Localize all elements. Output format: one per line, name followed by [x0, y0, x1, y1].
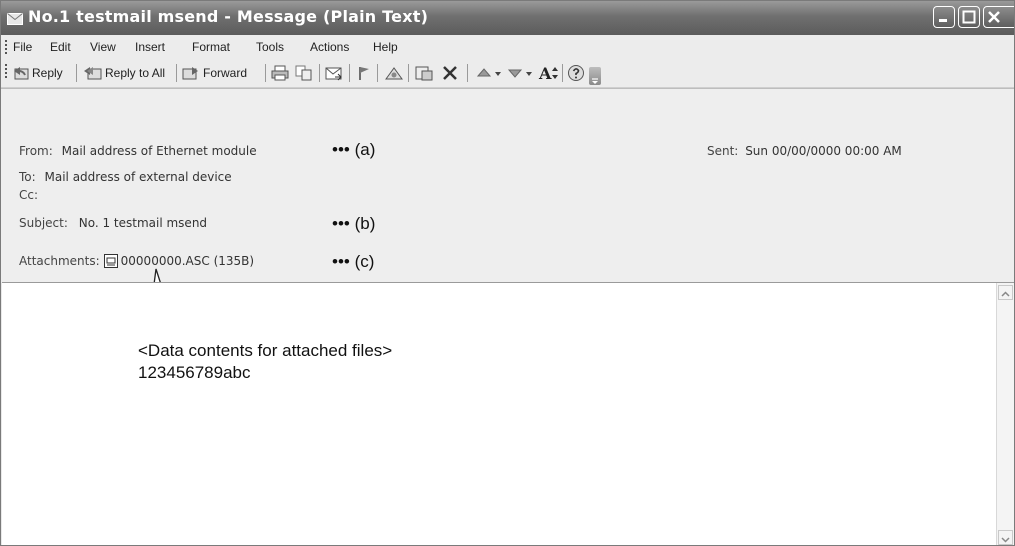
- scroll-up-button[interactable]: [998, 285, 1013, 300]
- message-window: No.1 testmail msend - Message (Plain Tex…: [0, 0, 1015, 546]
- scroll-down-button[interactable]: [998, 530, 1013, 545]
- message-body[interactable]: [2, 282, 1014, 545]
- vertical-scrollbar[interactable]: [996, 283, 1014, 545]
- chevron-down-icon: [1001, 537, 1010, 543]
- callout-data: 123456789abc: [138, 363, 251, 382]
- callout-title: <Data contents for attached files>: [138, 341, 393, 360]
- chevron-up-icon: [1001, 291, 1010, 297]
